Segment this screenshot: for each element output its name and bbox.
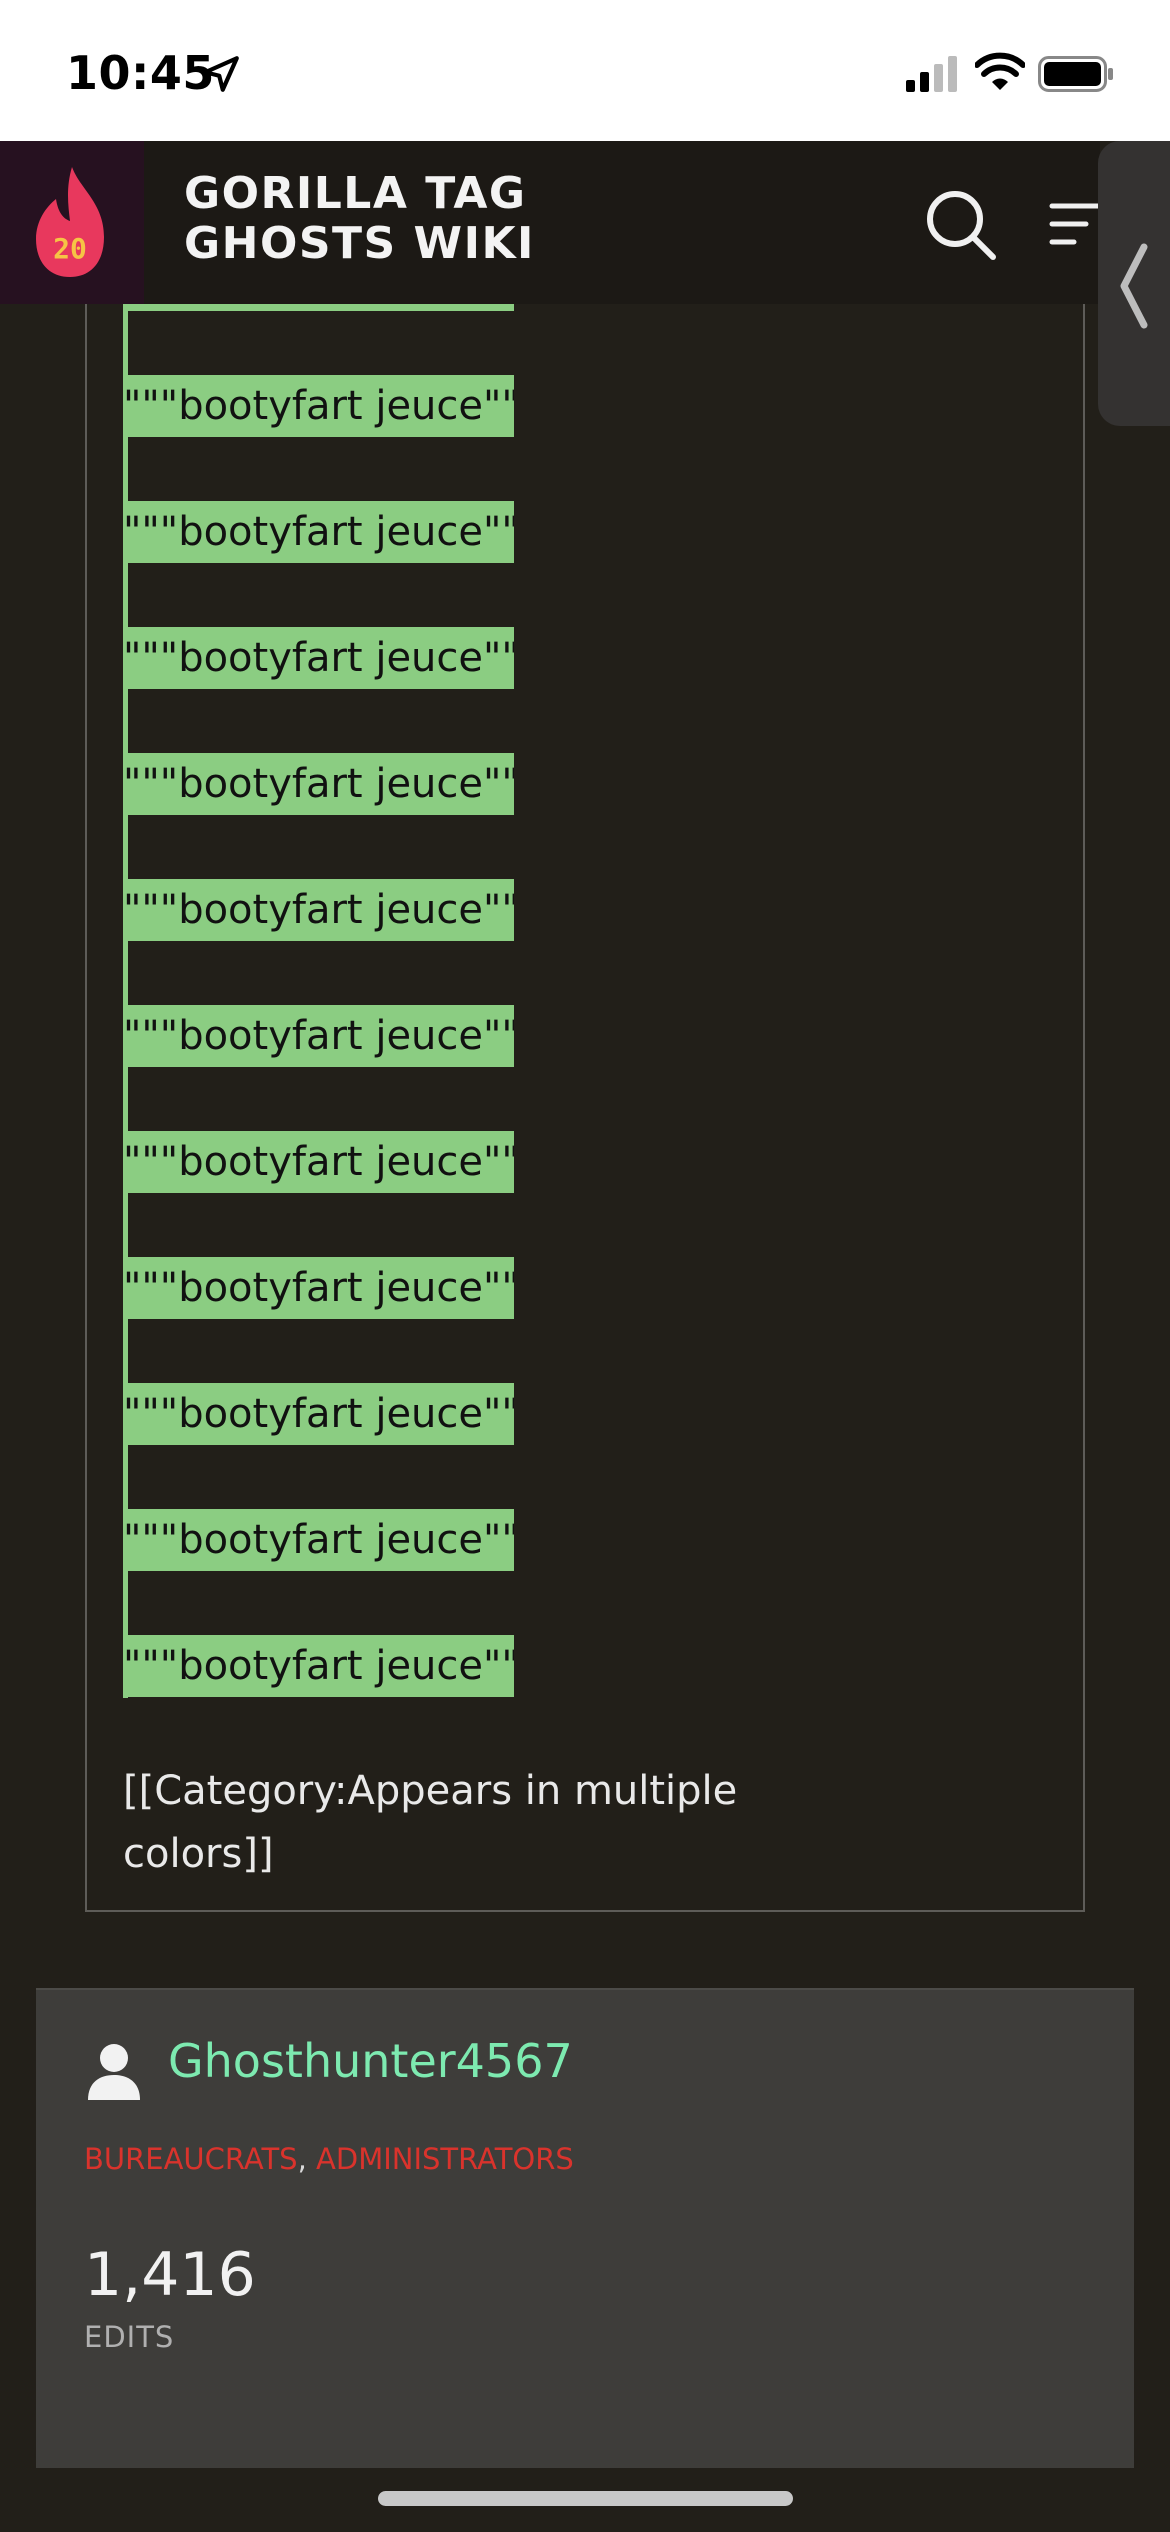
highlighted-line: """bootyfart jeuce""" [123, 1257, 514, 1319]
user-groups: BUREAUCRATS, ADMINISTRATORS [84, 2142, 574, 2176]
user-card: Ghosthunter4567 BUREAUCRATS, ADMINISTRAT… [36, 1988, 1134, 2468]
side-drawer-tab[interactable] [1098, 141, 1170, 426]
wiki-title[interactable]: GORILLA TAG GHOSTS WIKI [184, 169, 744, 269]
wiki-header: 20 GORILLA TAG GHOSTS WIKI [0, 141, 1100, 304]
highlighted-line: """bootyfart jeuce""" [123, 879, 514, 941]
logo-number: 20 [53, 232, 87, 265]
battery-icon [1038, 56, 1113, 92]
edit-count: 1,416 [84, 2240, 256, 2310]
search-icon[interactable] [925, 189, 997, 261]
category-text: [[Category:Appears in multiple colors]] [123, 1768, 738, 1877]
highlighted-line: """bootyfart jeuce""" [123, 753, 514, 815]
highlighted-line: """bootyfart jeuce""" [123, 1005, 514, 1067]
username-link[interactable]: Ghosthunter4567 [168, 2034, 573, 2088]
status-time: 10:45 [66, 46, 215, 100]
highlighted-line: """bootyfart jeuce""" [123, 375, 514, 437]
group-administrators-link[interactable]: ADMINISTRATORS [316, 2142, 574, 2176]
highlighted-line: """bootyfart jeuce""" [123, 627, 514, 689]
cellular-signal-icon [906, 56, 957, 92]
home-indicator[interactable] [378, 2491, 793, 2506]
wifi-icon [975, 52, 1025, 90]
highlight-top-strip [123, 304, 514, 311]
highlighted-line: """bootyfart jeuce""" [123, 1383, 514, 1445]
highlighted-line: """bootyfart jeuce""" [123, 1131, 514, 1193]
status-bar: 10:45 [0, 0, 1170, 141]
highlighted-line: """bootyfart jeuce""" [123, 501, 514, 563]
flame-d20-icon: 20 [36, 167, 104, 277]
group-separator: , [297, 2142, 317, 2176]
edit-label: EDITS [84, 2320, 175, 2354]
chevron-left-icon [1120, 243, 1148, 329]
highlighted-line: """bootyfart jeuce""" [123, 1635, 514, 1697]
highlighted-line: """bootyfart jeuce""" [123, 1509, 514, 1571]
menu-icon[interactable] [1048, 201, 1100, 247]
wiki-logo[interactable]: 20 [0, 141, 144, 304]
location-arrow-icon [203, 56, 239, 92]
group-bureaucrats-link[interactable]: BUREAUCRATS [84, 2142, 298, 2176]
user-icon [88, 2044, 140, 2100]
